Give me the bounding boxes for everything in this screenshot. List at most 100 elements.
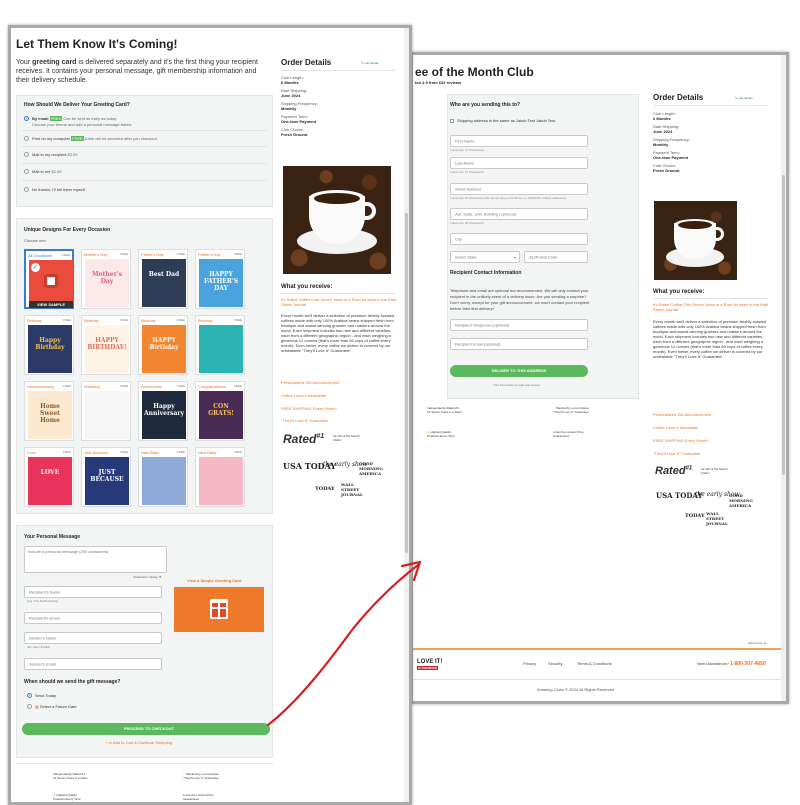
accordion-item[interactable]: Personalized Gift Announcement — [281, 380, 339, 385]
design-card-name: Birthday — [27, 318, 42, 323]
design-card[interactable]: All Occasions FREE ✓ VIEW SAMPLE — [24, 249, 74, 309]
option-mail-recipient[interactable]: Mail to my recipient $2.99 — [32, 152, 78, 157]
design-card[interactable]: Mother's Day FREE Mother's Day — [81, 249, 131, 309]
accordion-item[interactable]: "They'll Love It" Guarantee — [653, 451, 700, 456]
design-card[interactable]: Birthday FREE HAPPY BIRTHDAY! — [81, 315, 131, 375]
guarantee-rated: Independently Rated #1 for Seven Years in… — [427, 406, 462, 414]
scrollbar-thumb[interactable] — [405, 213, 408, 553]
accordion-item[interactable]: "They'll Love It" Guarantee — [281, 418, 328, 423]
guarantee-price: ■ Get the Lowest Price Guaranteed — [553, 430, 584, 438]
design-card-image — [199, 457, 243, 505]
first-name-input[interactable]: First Name — [450, 135, 588, 147]
design-card[interactable]: Love FREE LOVE — [24, 447, 74, 507]
footer-link-terms[interactable]: Terms & Conditions — [577, 661, 612, 666]
back-to-top-link[interactable]: back to top ▲ — [748, 641, 766, 645]
message-panel: Your Personal Message Include a personal… — [16, 525, 273, 758]
design-card[interactable]: Father's Day FREE HAPPY FATHER'S DAY — [195, 249, 245, 309]
accordion-item[interactable]: Personalized Gift Announcement — [653, 412, 711, 417]
accordion-item[interactable]: FREE SHIPPING Every Month! — [653, 438, 709, 443]
calendar-icon: ▦ — [35, 704, 39, 709]
radio-no-thanks[interactable] — [24, 187, 29, 192]
footer-link-security[interactable]: Security — [548, 661, 562, 666]
view-sample-card-link[interactable]: View a Simple Greeting Card — [187, 578, 241, 583]
intro-text: Your greeting card is delivered separate… — [16, 59, 258, 84]
design-card-price: FREE — [62, 384, 71, 388]
club-choice-value: Fresh Ground — [281, 132, 308, 137]
apt-input[interactable]: Apt, Suite, Unit, Building (optional) — [450, 208, 588, 220]
radio-future-date[interactable] — [27, 704, 32, 709]
street-input[interactable]: Street Address — [450, 183, 588, 195]
design-card-image: HAPPY FATHER'S DAY — [199, 259, 243, 307]
sample-card-image[interactable] — [174, 587, 264, 632]
radio-by-email[interactable] — [24, 116, 29, 121]
future-date-label[interactable]: ▦ Select a Future Date — [35, 704, 77, 709]
edit-details-link[interactable]: ✎ edit details — [361, 61, 379, 65]
design-card[interactable]: Anniversary FREE Happy Anniversary — [138, 381, 188, 441]
recipient-phone-input[interactable]: Recipient Telephone (optional) — [450, 319, 588, 331]
accordion-item[interactable]: FREE SHIPPING Every Month! — [281, 406, 337, 411]
design-card-name: New Baby — [141, 450, 160, 455]
city-input[interactable]: City — [450, 233, 588, 245]
design-card-image — [199, 325, 243, 373]
club-length-value: 6 Months — [281, 80, 299, 85]
recipient-email-input[interactable]: Recipient's Email — [24, 612, 162, 624]
rated-1-sub: for Gift of the Month Clubs! — [333, 434, 360, 442]
design-card[interactable]: New Baby FREE — [195, 447, 245, 507]
design-card-name: New Baby — [198, 450, 217, 455]
design-card[interactable]: Birthday FREE — [195, 315, 245, 375]
design-card[interactable]: Wedding FREE — [81, 381, 131, 441]
design-card[interactable]: New Baby FREE — [138, 447, 188, 507]
add-to-cart-link[interactable]: + or Add to Cart & Continue Shopping — [105, 740, 172, 745]
scrollbar[interactable] — [404, 28, 409, 802]
option-by-email[interactable]: By email FREE Can be sent as early as to… — [32, 116, 117, 121]
accordion-item[interactable]: Coffee Lover's Newsletter — [653, 425, 699, 430]
start-shipping-value: June 2024 — [653, 129, 673, 134]
view-sample-button[interactable]: VIEW SAMPLE — [29, 301, 73, 308]
assistance-phone[interactable]: 1-800-507-4650 — [730, 661, 766, 667]
radio-send-today[interactable] — [27, 693, 32, 698]
footer-link-privacy[interactable]: Privacy — [523, 661, 536, 666]
design-card-price: FREE — [119, 318, 128, 322]
sender-email-input[interactable]: Sender's Email — [24, 658, 162, 670]
divider — [281, 70, 396, 71]
design-card-price: FREE — [62, 318, 71, 322]
design-card-name: Just Because — [84, 450, 109, 455]
option-no-thanks[interactable]: No thanks, I'll tell them myself — [32, 187, 85, 192]
last-name-input[interactable]: Last Name — [450, 157, 588, 169]
accordion-item[interactable]: Coffee Lover's Newsletter — [281, 393, 327, 398]
zip-input[interactable]: Zip/Postal Code — [524, 251, 588, 263]
recipient-name-input[interactable]: Recipient's Name — [24, 586, 162, 598]
sender-name-input[interactable]: Sender's Name — [24, 632, 162, 644]
coffee-cup-image — [654, 201, 737, 280]
radio-mail-recipient[interactable] — [24, 152, 29, 157]
radio-mail-me[interactable] — [24, 169, 29, 174]
delivery-panel: How Should We Deliver Your Greeting Card… — [16, 95, 273, 207]
street-hint: (maximum 35 characters) We cannot ship t… — [450, 196, 567, 200]
send-today-label[interactable]: Send Today — [35, 693, 56, 698]
same-address-checkbox[interactable] — [450, 119, 454, 123]
personal-message-textarea[interactable]: Include a personal message (200 characte… — [24, 546, 167, 573]
frequency-value: Monthly — [281, 106, 297, 111]
edit-details-link[interactable]: ✎ edit details — [735, 96, 753, 100]
recipient-email-input[interactable]: Recipient Email (optional) — [450, 338, 588, 350]
design-card[interactable]: Just Because FREE JUST BECAUSE — [81, 447, 131, 507]
frequency-value: Monthly — [653, 142, 669, 147]
design-card[interactable]: Birthday FREE Happy Birthday — [24, 315, 74, 375]
scrollbar-thumb[interactable] — [782, 175, 785, 475]
option-print[interactable]: Print on my computer FREE A link will be… — [32, 136, 158, 141]
option-mail-me[interactable]: Mail to me $2.99 — [32, 169, 62, 174]
design-card[interactable]: Congratulations FREE CON GRATS! — [195, 381, 245, 441]
rating-text: ted 4.9 from 632 reviews — [415, 80, 462, 85]
design-card-text: HAPPY FATHER'S DAY — [203, 271, 239, 292]
radio-print[interactable] — [24, 136, 29, 141]
receive-highlight: #1 Rated Coffee Club Seven Years in a Ro… — [281, 297, 396, 307]
design-card-name: Birthday — [198, 318, 213, 323]
deliver-button[interactable]: DELIVER TO THIS ADDRESS — [450, 365, 588, 377]
design-card-name: Anniversary — [141, 384, 163, 389]
design-card[interactable]: Birthday FREE HAPPY Birthday — [138, 315, 188, 375]
design-card[interactable]: Housewarming FREE Home Sweet Home — [24, 381, 74, 441]
scrollbar[interactable] — [781, 55, 786, 701]
proceed-checkout-button[interactable]: 🛒 PROCEED TO CHECKOUT — [22, 723, 270, 735]
design-card[interactable]: Father's Day FREE Best Dad — [138, 249, 188, 309]
state-select[interactable]: Select State ▾ — [450, 251, 520, 263]
